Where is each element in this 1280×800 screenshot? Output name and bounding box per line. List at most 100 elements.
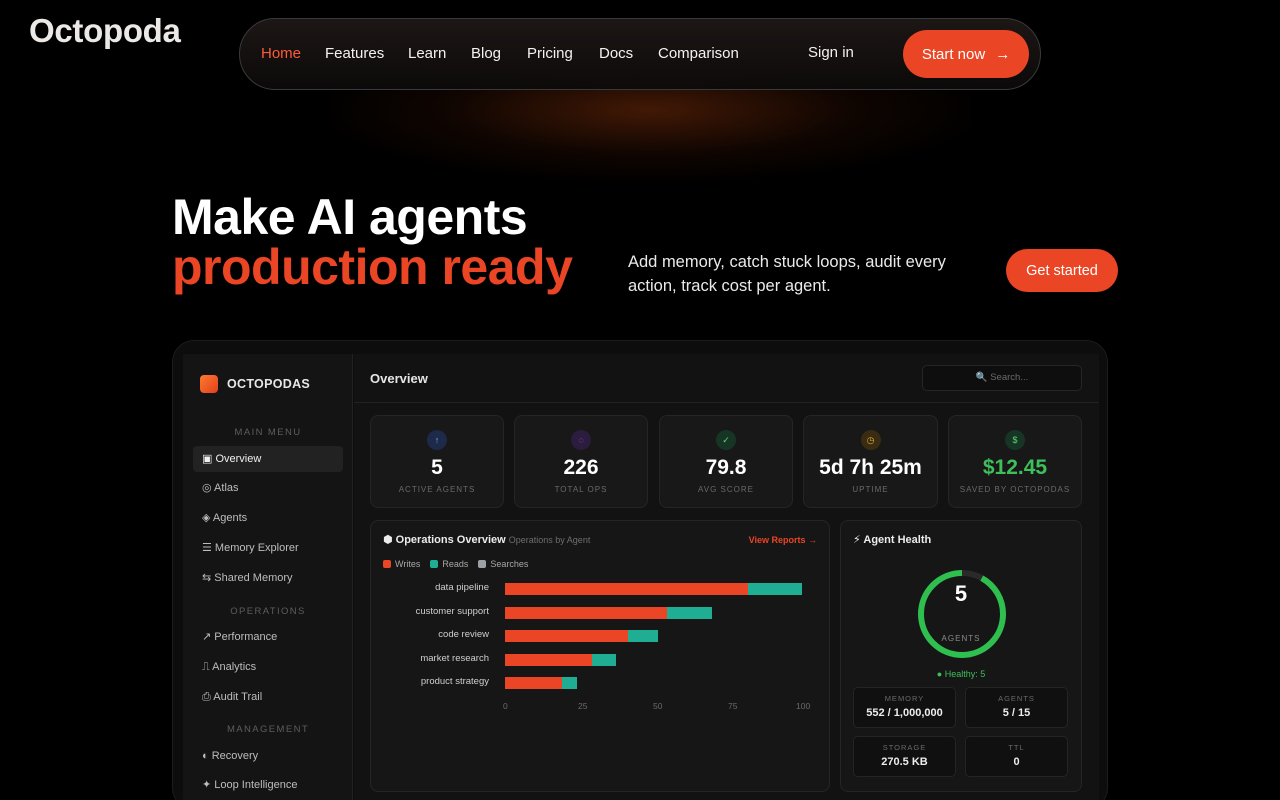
legend-writes: Writes xyxy=(383,559,420,569)
dashboard-search-input[interactable]: 🔍 Search... xyxy=(922,365,1082,391)
circle-icon: ◌ xyxy=(571,430,591,450)
legend-searches-label: Searches xyxy=(490,559,529,569)
view-reports-link[interactable]: View Reports → xyxy=(749,535,817,545)
bar-writes xyxy=(505,606,667,619)
stat-value: $12.45 xyxy=(982,456,1048,479)
agent-health-panel: ⚡ Agent Health 5 AGENTS ● Healthy: 5 MEM… xyxy=(840,520,1082,792)
health-count: 5 xyxy=(954,581,968,606)
dollar-icon: $ xyxy=(1005,430,1025,450)
site-logo[interactable]: Octopoda xyxy=(29,12,181,50)
nav-home[interactable]: Home xyxy=(261,45,301,62)
start-now-button[interactable]: Start now → xyxy=(903,30,1029,78)
bar-reads xyxy=(667,606,712,619)
bar-reads xyxy=(628,630,658,642)
bar-writes xyxy=(505,630,628,642)
stat-card-uptime: ◷ 5d 7h 25m UPTIME xyxy=(803,415,938,508)
nav-pricing[interactable]: Pricing xyxy=(527,45,573,62)
dashboard-sidebar: OCTOPODAS MAIN MENU ▣ Overview ◎ Atlas ◈… xyxy=(183,354,353,800)
sidebar-item-audit-trail[interactable]: ⎙ Audit Trail xyxy=(193,684,343,710)
arrow-right-icon: → xyxy=(995,45,1011,63)
stat-card-avg-score: ✓ 79.8 AVG SCORE xyxy=(659,415,793,508)
bar-reads xyxy=(592,653,616,666)
operations-title: ⬢ Operations Overview Operations by Agen… xyxy=(383,533,590,546)
sidebar-item-agents[interactable]: ◈ Agents xyxy=(193,505,343,531)
nav-learn[interactable]: Learn xyxy=(408,45,446,62)
operations-overview-panel: ⬢ Operations Overview Operations by Agen… xyxy=(370,520,830,792)
tile-label: MEMORY xyxy=(884,694,925,703)
brand-logo-icon xyxy=(200,375,218,393)
tile-value: 552 / 1,000,000 xyxy=(866,707,943,719)
section-operations: OPERATIONS xyxy=(230,606,306,617)
header-divider xyxy=(354,402,1099,403)
healthy-status: ● Healthy: 5 xyxy=(936,669,986,679)
sign-in-link[interactable]: Sign in xyxy=(808,44,854,61)
nav-blog[interactable]: Blog xyxy=(471,45,501,62)
bar-writes xyxy=(505,677,562,689)
stat-card-active-agents: ↑ 5 ACTIVE AGENTS xyxy=(370,415,504,508)
tile-label: AGENTS xyxy=(998,694,1035,703)
start-now-label: Start now xyxy=(921,45,986,63)
tile-label: STORAGE xyxy=(882,743,927,752)
bar-label: product strategy xyxy=(420,676,489,687)
x-tick-label: 100 xyxy=(796,701,811,711)
sidebar-item-recovery[interactable]: ◐ Recovery xyxy=(193,743,343,769)
stat-label: SAVED BY OCTOPODAS xyxy=(959,485,1071,494)
sidebar-item-shared-memory[interactable]: ⇆ Shared Memory xyxy=(193,565,343,591)
stat-label: AVG SCORE xyxy=(698,485,754,494)
sidebar-item-loop-intelligence[interactable]: ✦ Loop Intelligence xyxy=(193,772,343,798)
x-tick-label: 75 xyxy=(728,701,738,711)
nav-features[interactable]: Features xyxy=(325,45,384,62)
bar-writes xyxy=(505,583,748,595)
stat-label: UPTIME xyxy=(852,485,889,494)
sidebar-item-memory-explorer[interactable]: ☰ Memory Explorer xyxy=(193,535,343,561)
legend-searches: Searches xyxy=(478,559,528,569)
health-count-label: AGENTS xyxy=(941,634,981,643)
operations-subtitle: Operations by Agent xyxy=(508,535,591,545)
stat-label: TOTAL OPS xyxy=(554,485,608,494)
operations-title-text: ⬢ Operations Overview xyxy=(383,534,506,546)
dashboard-preview: OCTOPODAS MAIN MENU ▣ Overview ◎ Atlas ◈… xyxy=(172,340,1108,800)
bar-reads xyxy=(562,677,577,689)
hero-title-line-2: production ready xyxy=(172,239,573,295)
clock-icon: ◷ xyxy=(860,430,881,450)
stat-value: 79.8 xyxy=(705,456,747,479)
stat-label: ACTIVE AGENTS xyxy=(398,485,476,494)
tile-agents: AGENTS 5 / 15 xyxy=(965,687,1068,728)
legend-reads: Reads xyxy=(430,559,468,569)
nav-docs[interactable]: Docs xyxy=(599,45,633,62)
bar-writes xyxy=(505,653,592,666)
get-started-button[interactable]: Get started xyxy=(1006,249,1118,292)
chart-legend: Writes Reads Searches xyxy=(383,559,528,569)
tile-value: 270.5 KB xyxy=(881,756,928,768)
dashboard-page-title: Overview xyxy=(370,371,428,386)
section-management: MANAGEMENT xyxy=(226,724,310,735)
tile-ttl: TTL 0 xyxy=(965,736,1068,777)
dashboard-main: Overview 🔍 Search... ↑ 5 ACTIVE AGENTS ◌… xyxy=(354,354,1099,800)
tile-memory: MEMORY 552 / 1,000,000 xyxy=(853,687,956,728)
brand-name: OCTOPODAS xyxy=(227,377,311,391)
bar-label: data pipeline xyxy=(435,582,489,593)
legend-reads-label: Reads xyxy=(442,559,469,569)
nav-comparison[interactable]: Comparison xyxy=(658,45,739,62)
check-icon: ✓ xyxy=(716,430,736,450)
agent-health-title: ⚡ Agent Health xyxy=(853,534,932,546)
x-tick-label: 50 xyxy=(653,701,663,711)
bar-reads xyxy=(748,583,802,595)
tile-value: 0 xyxy=(1013,756,1020,768)
arrow-up-icon: ↑ xyxy=(427,430,447,450)
hero-subtitle: Add memory, catch stuck loops, audit eve… xyxy=(628,253,946,295)
sidebar-item-atlas[interactable]: ◎ Atlas xyxy=(193,475,343,501)
bar-label: market research xyxy=(420,652,489,664)
dashboard-brand: OCTOPODAS xyxy=(200,375,310,393)
x-tick-label: 25 xyxy=(578,701,588,711)
sidebar-item-overview[interactable]: ▣ Overview xyxy=(193,446,343,472)
stat-card-saved: $ $12.45 SAVED BY OCTOPODAS xyxy=(948,415,1082,508)
stat-value: 226 xyxy=(563,456,599,479)
bar-label: code review xyxy=(438,629,489,640)
tile-label: TTL xyxy=(1008,743,1025,752)
sidebar-item-performance[interactable]: ↗ Performance xyxy=(193,624,343,650)
stat-card-total-ops: ◌ 226 TOTAL OPS xyxy=(514,415,648,508)
x-tick-label: 0 xyxy=(503,701,508,711)
stat-value: 5d 7h 25m xyxy=(819,456,922,479)
sidebar-item-analytics[interactable]: ⎍ Analytics xyxy=(193,654,343,680)
